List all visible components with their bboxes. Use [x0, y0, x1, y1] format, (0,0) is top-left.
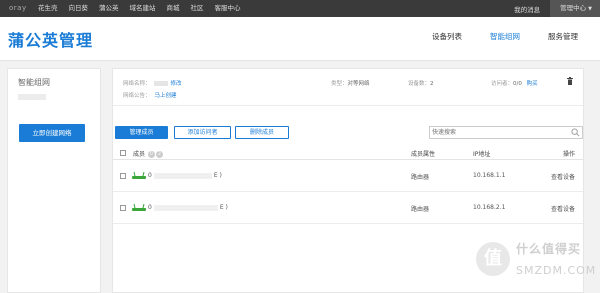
- type-value: 对等网络: [347, 81, 370, 87]
- announcement-row: 网络公告： 马上创建: [123, 91, 177, 99]
- row-checkbox[interactable]: [120, 205, 126, 211]
- device-count-label: 设备数：: [408, 81, 431, 87]
- tab-service-management[interactable]: 服务管理: [548, 17, 578, 61]
- watermark-line2: SMZDM.COM: [516, 264, 597, 277]
- header-tabs: 设备列表 智能组网 服务管理: [404, 17, 578, 61]
- nav-item-huashengke[interactable]: 花生壳: [38, 0, 58, 17]
- nav-item-support[interactable]: 客服中心: [215, 0, 241, 17]
- blurred-member-id: [153, 204, 218, 211]
- member-id-suffix: E ): [219, 204, 228, 211]
- management-center-menu[interactable]: 管理中心 ▼: [550, 0, 600, 17]
- tab-smart-network[interactable]: 智能组网: [490, 17, 520, 61]
- tab-device-list[interactable]: 设备列表: [432, 17, 462, 61]
- trash-icon[interactable]: [567, 77, 573, 85]
- search-box: [429, 126, 583, 139]
- top-nav-bar: oray 花生壳 向日葵 蒲公英 域名建站 商城 社区 客服中心 我的消息 管理…: [0, 0, 600, 17]
- network-sidebar: 智能组网 立即创建网络: [7, 68, 101, 293]
- member-attribute: 路由器: [411, 174, 430, 181]
- my-messages-link[interactable]: 我的消息: [514, 4, 540, 14]
- type-label: 类型：: [331, 81, 348, 87]
- attribute-header: 成员属性: [411, 151, 436, 158]
- top-nav: 花生壳 向日葵 蒲公英 域名建站 商城 社区 客服中心: [38, 0, 252, 17]
- member-id: 0 E ): [148, 204, 228, 211]
- visitors-value: 0/0: [513, 81, 522, 87]
- member-header-label: 成员: [133, 151, 146, 158]
- action-header: 操作: [563, 151, 576, 158]
- blurred-network-name: [153, 81, 168, 86]
- member-id-prefix: 0: [148, 172, 152, 179]
- page-header: 蒲公英管理 设备列表 智能组网 服务管理: [0, 17, 600, 61]
- sidebar-network-name: 智能组网: [18, 78, 50, 87]
- type-row: 类型：对等网络: [331, 79, 370, 87]
- delete-member-button[interactable]: 删除成员: [235, 126, 289, 139]
- edit-link[interactable]: 修改: [171, 81, 182, 87]
- router-icon: [132, 171, 146, 179]
- table-row: 0 E ) 路由器 10.168.2.1 查看设备: [113, 193, 583, 224]
- chevron-down-icon: ▼: [588, 6, 592, 12]
- network-name-row: 网络名称： 修改: [123, 79, 182, 87]
- ip-header: IP地址: [473, 151, 491, 158]
- nav-item-community[interactable]: 社区: [191, 0, 204, 17]
- view-device-link[interactable]: 查看设备: [551, 204, 575, 213]
- member-ip: 10.168.1.1: [473, 172, 506, 179]
- select-all-checkbox[interactable]: [120, 150, 126, 156]
- watermark-line1: 什么值得买: [516, 242, 582, 256]
- network-name-label: 网络名称：: [123, 81, 151, 87]
- add-visitor-button[interactable]: 添加访问者: [174, 126, 231, 139]
- management-center-label: 管理中心: [560, 4, 587, 12]
- blurred-network-id: [18, 94, 46, 100]
- member-count-badge: 0: [147, 151, 155, 158]
- member-ip: 10.168.2.1: [473, 204, 506, 211]
- nav-item-shop[interactable]: 商城: [167, 0, 180, 17]
- member-id: 0 E ): [148, 172, 222, 179]
- view-device-link[interactable]: 查看设备: [551, 172, 575, 181]
- member-id-suffix: E ): [213, 172, 222, 179]
- visitors-row: 访问者：0/0 购买: [491, 79, 538, 87]
- nav-item-pugongying[interactable]: 蒲公英: [99, 0, 119, 17]
- blurred-member-id: [153, 172, 212, 179]
- member-header: 成员 02: [133, 149, 163, 158]
- buy-link[interactable]: 购买: [527, 81, 538, 87]
- nav-item-xiangrikui[interactable]: 向日葵: [69, 0, 89, 17]
- top-right-area: 我的消息 管理中心 ▼: [514, 0, 600, 17]
- member-count-badge-2: 2: [155, 151, 163, 158]
- page-title: 蒲公英管理: [8, 31, 94, 50]
- router-icon: [132, 203, 146, 211]
- smzdm-watermark: 值 什么值得买 SMZDM.COM: [476, 238, 597, 290]
- device-count-row: 设备数：2: [408, 79, 434, 87]
- search-input[interactable]: [430, 127, 566, 138]
- member-attribute: 路由器: [411, 206, 430, 213]
- manage-members-button[interactable]: 管理成员: [115, 126, 168, 139]
- member-table-header: 成员 02 成员属性 IP地址 操作: [113, 146, 583, 160]
- create-announcement-link[interactable]: 马上创建: [155, 93, 177, 99]
- oray-logo[interactable]: oray: [9, 4, 27, 12]
- device-count-value: 2: [430, 81, 434, 87]
- row-checkbox[interactable]: [120, 173, 126, 179]
- search-icon[interactable]: [571, 128, 580, 137]
- table-row: 0 E ) 路由器 10.168.1.1 查看设备: [113, 161, 583, 192]
- network-info: 网络名称： 修改 网络公告： 马上创建 类型：对等网络 设备数：2 访问者：0/0 …: [113, 69, 583, 106]
- nav-item-domain[interactable]: 域名建站: [130, 0, 156, 17]
- create-network-button[interactable]: 立即创建网络: [19, 124, 85, 142]
- member-id-prefix: 0: [148, 204, 152, 211]
- announcement-label: 网络公告：: [123, 93, 151, 99]
- watermark-logo: 值: [476, 242, 510, 276]
- visitors-label: 访问者：: [491, 81, 514, 87]
